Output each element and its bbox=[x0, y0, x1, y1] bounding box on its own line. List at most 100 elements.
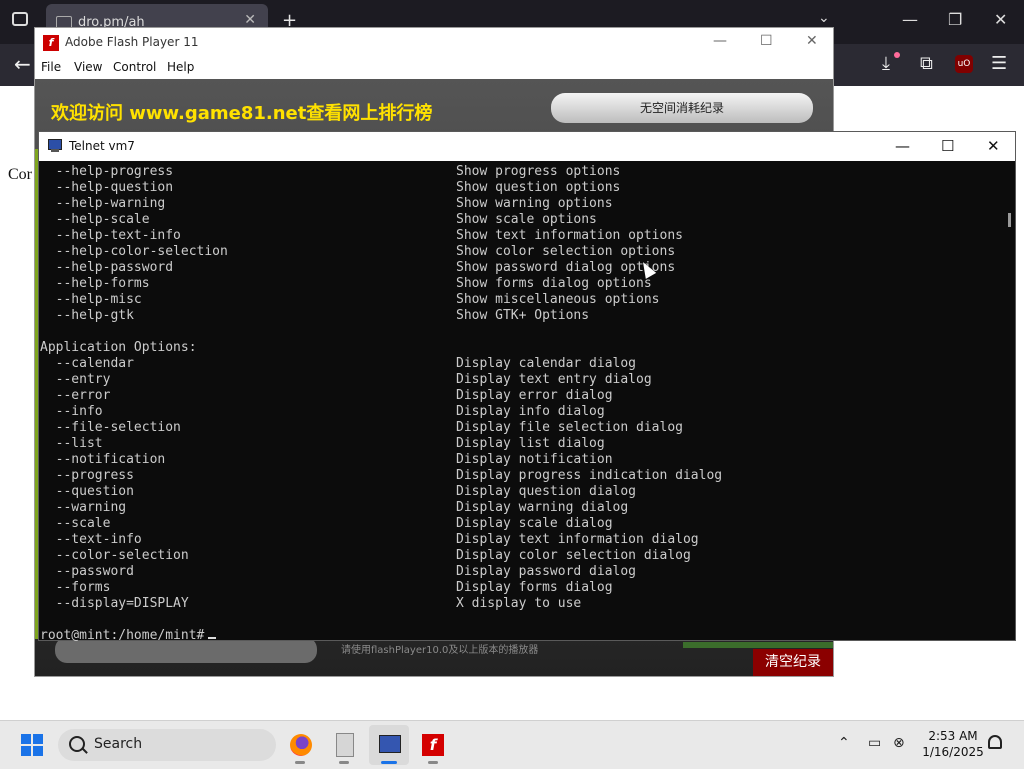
minimize-icon[interactable]: — bbox=[895, 137, 910, 155]
ublock-icon[interactable]: uO bbox=[955, 55, 973, 73]
terminal-line: --info bbox=[40, 404, 103, 419]
terminal-line: --help-text-info bbox=[40, 228, 181, 243]
back-arrow-icon[interactable]: ← bbox=[14, 52, 31, 76]
terminal-line-description: Display color selection dialog bbox=[456, 548, 691, 563]
menu-file[interactable]: File bbox=[41, 60, 61, 74]
running-indicator bbox=[428, 761, 438, 764]
maximize-icon[interactable]: ☐ bbox=[941, 137, 954, 155]
terminal-line-description: Show miscellaneous options bbox=[456, 292, 660, 307]
taskbar-search[interactable]: Search bbox=[58, 729, 276, 761]
menu-help[interactable]: Help bbox=[167, 60, 194, 74]
terminal-prompt: root@mint:/home/mint# bbox=[40, 628, 217, 644]
clear-record-button[interactable]: 清空纪录 bbox=[753, 649, 833, 676]
flash-window-title: Adobe Flash Player 11 bbox=[65, 35, 199, 49]
terminal-line: --help-color-selection bbox=[40, 244, 228, 259]
game-hint-text: 请使用flashPlayer10.0及以上版本的播放器 bbox=[341, 645, 539, 656]
terminal-line-description: Display calendar dialog bbox=[456, 356, 637, 371]
terminal-line-description: Show GTK+ Options bbox=[456, 308, 590, 323]
menu-icon[interactable]: ☰ bbox=[991, 53, 1007, 74]
chevron-up-icon[interactable]: ⌃ bbox=[838, 735, 850, 751]
close-icon[interactable]: ✕ bbox=[994, 10, 1007, 29]
flash-titlebar: f Adobe Flash Player 11 — ☐ ✕ bbox=[35, 28, 833, 57]
terminal-line: --notification bbox=[40, 452, 166, 467]
notepad-icon bbox=[336, 733, 354, 757]
tab-list-icon[interactable] bbox=[12, 12, 28, 26]
taskbar-flash[interactable]: f bbox=[417, 729, 449, 764]
terminal-line: --question bbox=[40, 484, 134, 499]
notification-bell-icon[interactable] bbox=[988, 735, 1002, 749]
terminal-line: --help-progress bbox=[40, 164, 174, 179]
game-green-bar bbox=[683, 642, 833, 648]
terminal-line: --calendar bbox=[40, 356, 134, 371]
flash-icon: f bbox=[422, 734, 444, 756]
taskbar-firefox[interactable] bbox=[284, 729, 316, 764]
menu-control[interactable]: Control bbox=[113, 60, 156, 74]
search-label: Search bbox=[94, 736, 143, 752]
terminal-line-description: Display scale dialog bbox=[456, 516, 613, 531]
taskbar: Search f ⌃ ▭ ⊗ 2:53 AM 1/16/2025 bbox=[0, 720, 1024, 769]
maximize-icon[interactable]: ☐ bbox=[760, 33, 773, 49]
terminal-line: --list bbox=[40, 436, 103, 451]
close-tab-icon[interactable]: ✕ bbox=[244, 12, 256, 28]
page-text: Cor bbox=[8, 166, 32, 183]
close-icon[interactable]: ✕ bbox=[806, 33, 818, 49]
terminal-line-description: Display list dialog bbox=[456, 436, 605, 451]
download-icon[interactable]: ⤓ bbox=[882, 53, 890, 74]
terminal-line-description: Show scale options bbox=[456, 212, 597, 227]
terminal-line-description: X display to use bbox=[456, 596, 582, 611]
terminal-line-description: Display question dialog bbox=[456, 484, 637, 499]
telnet-app-icon bbox=[47, 138, 63, 154]
clock-date: 1/16/2025 bbox=[922, 745, 984, 759]
terminal-line-description: Show forms dialog options bbox=[456, 276, 652, 291]
terminal-line-description: Display file selection dialog bbox=[456, 420, 683, 435]
volume-muted-icon[interactable]: ⊗ bbox=[893, 735, 905, 751]
flash-menubar: File View Control Help bbox=[35, 57, 833, 80]
clock-time: 2:53 AM bbox=[928, 729, 978, 743]
network-icon[interactable]: ▭ bbox=[868, 735, 881, 751]
terminal-line: --color-selection bbox=[40, 548, 189, 563]
telnet-icon bbox=[379, 735, 401, 753]
terminal-line-description: Display forms dialog bbox=[456, 580, 613, 595]
game-record-pill[interactable]: 无空间消耗纪录 bbox=[551, 93, 813, 123]
terminal-line-description: Display text entry dialog bbox=[456, 372, 652, 387]
chevron-down-icon[interactable]: ⌄ bbox=[818, 10, 830, 26]
terminal-line-description: Show text information options bbox=[456, 228, 683, 243]
taskbar-notepad[interactable] bbox=[328, 729, 360, 764]
terminal-line: --help-gtk bbox=[40, 308, 134, 323]
start-button[interactable] bbox=[21, 734, 43, 756]
terminal-line-description: Display progress indication dialog bbox=[456, 468, 723, 483]
terminal-line: --help-forms bbox=[40, 276, 150, 291]
terminal-line-description: Display warning dialog bbox=[456, 500, 629, 515]
scrollbar-thumb[interactable] bbox=[1008, 213, 1011, 227]
terminal-line: --progress bbox=[40, 468, 134, 483]
telnet-window: Telnet vm7 — ☐ ✕ --help-progress Show pro… bbox=[38, 131, 1016, 644]
terminal-output[interactable]: --help-progress Show progress options --h… bbox=[39, 161, 1011, 644]
terminal-line: --scale bbox=[40, 516, 111, 531]
terminal-line-description: Show question options bbox=[456, 180, 621, 195]
game-banner: 欢迎访问 www.game81.net查看网上排行榜 bbox=[51, 103, 433, 124]
terminal-line: --error bbox=[40, 388, 111, 403]
firefox-icon bbox=[290, 734, 312, 756]
terminal-line-description: Display info dialog bbox=[456, 404, 605, 419]
running-indicator bbox=[295, 761, 305, 764]
terminal-line-description: Show color selection options bbox=[456, 244, 676, 259]
terminal-line-description: Display password dialog bbox=[456, 564, 637, 579]
telnet-titlebar: Telnet vm7 — ☐ ✕ bbox=[39, 132, 1015, 161]
taskbar-clock[interactable]: 2:53 AM 1/16/2025 bbox=[918, 728, 988, 760]
taskbar-telnet[interactable] bbox=[373, 729, 405, 764]
terminal-line-description: Display error dialog bbox=[456, 388, 613, 403]
terminal-line-description: Show progress options bbox=[456, 164, 621, 179]
terminal-line: --entry bbox=[40, 372, 111, 387]
running-indicator bbox=[339, 761, 349, 764]
minimize-icon[interactable]: — bbox=[713, 33, 727, 49]
terminal-line: --password bbox=[40, 564, 134, 579]
minimize-icon[interactable]: — bbox=[902, 10, 918, 29]
close-icon[interactable]: ✕ bbox=[987, 137, 1000, 155]
terminal-line-description: Display notification bbox=[456, 452, 613, 467]
flash-logo-icon: f bbox=[43, 35, 59, 51]
terminal-cursor bbox=[208, 637, 217, 639]
terminal-line: --help-misc bbox=[40, 292, 142, 307]
menu-view[interactable]: View bbox=[74, 60, 102, 74]
restore-icon[interactable]: ❐ bbox=[948, 10, 962, 29]
extensions-icon[interactable]: ⧉ bbox=[920, 53, 933, 74]
